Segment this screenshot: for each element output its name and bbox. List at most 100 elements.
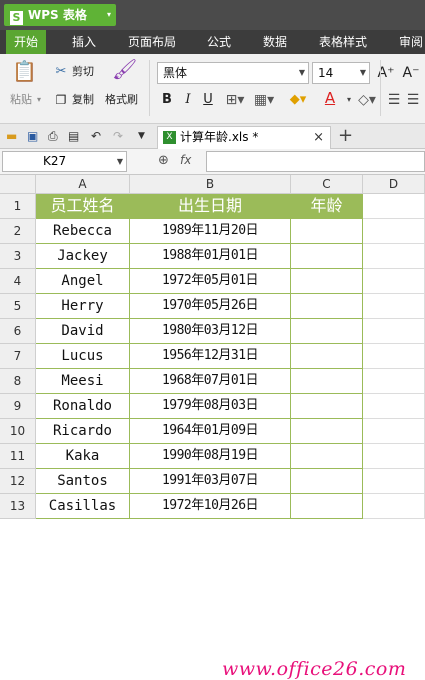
border-icon[interactable]: ⊞▾ <box>223 91 247 109</box>
table-cell[interactable]: 1972年05月01日 <box>130 269 291 294</box>
table-header-cell[interactable]: 年龄 <box>291 194 363 219</box>
row-header[interactable]: 10 <box>0 419 36 444</box>
row-header[interactable]: 6 <box>0 319 36 344</box>
column-header-c[interactable]: C <box>291 175 363 194</box>
table-cell[interactable]: David <box>36 319 130 344</box>
table-cell[interactable] <box>291 419 363 444</box>
format-painter-button[interactable]: 格式刷 <box>105 92 138 108</box>
row-header[interactable]: 5 <box>0 294 36 319</box>
table-cell[interactable]: Santos <box>36 469 130 494</box>
table-cell[interactable]: Rebecca <box>36 219 130 244</box>
copy-button[interactable]: 复制 <box>72 92 94 108</box>
cut-button[interactable]: 剪切 <box>72 64 94 80</box>
table-cell[interactable]: Meesi <box>36 369 130 394</box>
row-header[interactable]: 9 <box>0 394 36 419</box>
customize-toolbar-icon[interactable]: ▼ <box>138 128 145 144</box>
open-folder-icon[interactable]: ▬ <box>6 128 17 144</box>
app-menu-button[interactable]: S WPS 表格 ▾ <box>4 4 116 26</box>
copy-icon[interactable]: ❐ <box>54 91 68 109</box>
table-cell[interactable] <box>291 319 363 344</box>
new-tab-button[interactable]: + <box>338 125 353 147</box>
table-cell[interactable]: Jackey <box>36 244 130 269</box>
table-header-cell[interactable]: 员工姓名 <box>36 194 130 219</box>
row-header[interactable]: 1 <box>0 194 36 219</box>
table-cell[interactable]: 1989年11月20日 <box>130 219 291 244</box>
underline-button[interactable]: U <box>200 91 216 109</box>
table-cell[interactable]: Herry <box>36 294 130 319</box>
paste-button[interactable]: 粘贴 <box>10 92 32 108</box>
cell-style-icon[interactable]: ▦▾ <box>252 91 276 109</box>
print-preview-icon[interactable]: ▤ <box>68 128 79 144</box>
fill-color-icon[interactable]: ◆▾ <box>286 91 310 109</box>
name-box[interactable]: K27 ▼ <box>2 151 127 172</box>
tab-page-layout[interactable]: 页面布局 <box>128 30 176 54</box>
table-cell[interactable]: Ronaldo <box>36 394 130 419</box>
font-size-select[interactable]: 14 ▼ <box>312 62 370 84</box>
table-cell[interactable] <box>291 269 363 294</box>
document-tab[interactable]: X 计算年龄.xls * × <box>157 126 331 149</box>
chevron-down-icon[interactable]: ▾ <box>343 91 355 109</box>
table-cell[interactable] <box>291 219 363 244</box>
scissors-icon[interactable]: ✂ <box>54 63 68 81</box>
row-header[interactable]: 12 <box>0 469 36 494</box>
tab-data[interactable]: 数据 <box>263 30 287 54</box>
table-cell[interactable]: 1968年07月01日 <box>130 369 291 394</box>
table-cell[interactable]: 1988年01月01日 <box>130 244 291 269</box>
table-cell[interactable] <box>291 444 363 469</box>
zoom-icon[interactable]: ⊕ <box>158 153 169 168</box>
row-header[interactable]: 3 <box>0 244 36 269</box>
shrink-font-button[interactable]: A⁻ <box>401 64 421 82</box>
italic-button[interactable]: I <box>180 91 196 109</box>
table-cell[interactable]: Ricardo <box>36 419 130 444</box>
row-header[interactable]: 4 <box>0 269 36 294</box>
table-cell[interactable]: 1980年03月12日 <box>130 319 291 344</box>
tab-table-style[interactable]: 表格样式 <box>319 30 367 54</box>
clear-format-icon[interactable]: ◇▾ <box>357 91 377 109</box>
redo-icon[interactable]: ↷ <box>113 128 123 144</box>
paste-dropdown-icon[interactable]: ▾ <box>37 92 41 108</box>
increase-indent-icon[interactable]: ☰ <box>405 91 421 109</box>
row-header[interactable]: 11 <box>0 444 36 469</box>
column-header-a[interactable]: A <box>36 175 130 194</box>
table-cell[interactable]: 1990年08月19日 <box>130 444 291 469</box>
table-cell[interactable]: 1991年03月07日 <box>130 469 291 494</box>
table-cell[interactable] <box>291 369 363 394</box>
table-cell[interactable]: 1972年10月26日 <box>130 494 291 519</box>
column-header-b[interactable]: B <box>130 175 291 194</box>
formula-input[interactable] <box>206 151 425 172</box>
clipboard-icon[interactable]: 📋 <box>12 61 37 88</box>
table-cell[interactable] <box>291 344 363 369</box>
table-cell[interactable] <box>291 469 363 494</box>
row-header[interactable]: 2 <box>0 219 36 244</box>
table-header-cell[interactable]: 出生日期 <box>130 194 291 219</box>
table-cell[interactable] <box>291 494 363 519</box>
font-color-button[interactable]: A <box>318 89 342 107</box>
grow-font-button[interactable]: A⁺ <box>376 64 396 82</box>
tab-formulas[interactable]: 公式 <box>207 30 231 54</box>
font-name-select[interactable]: 黑体 ▼ <box>157 62 309 84</box>
row-header[interactable]: 8 <box>0 369 36 394</box>
table-cell[interactable] <box>291 244 363 269</box>
save-icon[interactable]: ▣ <box>27 128 38 144</box>
row-header[interactable]: 7 <box>0 344 36 369</box>
select-all-corner[interactable] <box>0 175 36 194</box>
tab-insert[interactable]: 插入 <box>72 30 96 54</box>
table-cell[interactable] <box>291 394 363 419</box>
row-header[interactable]: 13 <box>0 494 36 519</box>
table-cell[interactable]: 1964年01月09日 <box>130 419 291 444</box>
table-cell[interactable]: Lucus <box>36 344 130 369</box>
function-icon[interactable]: fx <box>180 153 191 167</box>
table-cell[interactable]: Angel <box>36 269 130 294</box>
table-cell[interactable]: Kaka <box>36 444 130 469</box>
bold-button[interactable]: B <box>159 91 175 109</box>
close-icon[interactable]: × <box>313 127 324 148</box>
undo-icon[interactable]: ↶ <box>91 128 101 144</box>
format-painter-icon[interactable]: 🖌 <box>112 59 137 79</box>
table-cell[interactable]: 1956年12月31日 <box>130 344 291 369</box>
column-header-d[interactable]: D <box>363 175 425 194</box>
table-cell[interactable]: 1970年05月26日 <box>130 294 291 319</box>
table-cell[interactable]: 1979年08月03日 <box>130 394 291 419</box>
tab-home[interactable]: 开始 <box>6 30 47 54</box>
table-cell[interactable] <box>291 294 363 319</box>
decrease-indent-icon[interactable]: ☰ <box>386 91 402 109</box>
